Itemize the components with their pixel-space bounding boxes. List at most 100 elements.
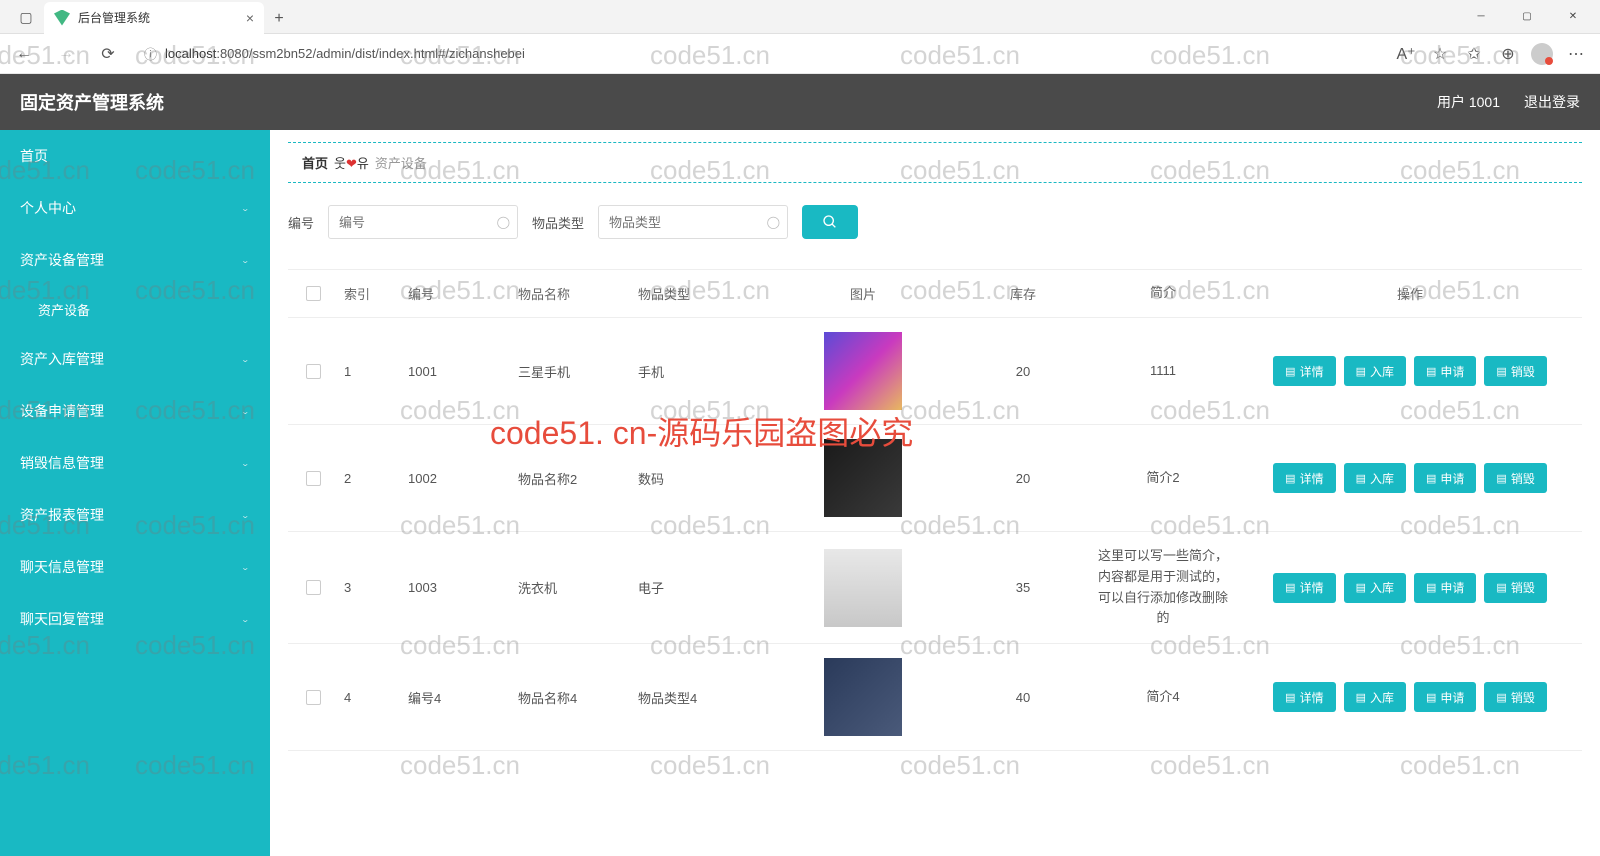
cell-num: 1002 (408, 471, 518, 486)
destroy-button[interactable]: ▤销毁 (1484, 356, 1546, 386)
menu-icon[interactable]: ⋯ (1560, 38, 1592, 70)
col-index: 索引 (338, 284, 408, 303)
sidebar-item[interactable]: 设备申请管理 ⌄ (0, 385, 270, 437)
sidebar-item[interactable]: 销毁信息管理 ⌄ (0, 437, 270, 489)
close-window-button[interactable]: ✕ (1550, 2, 1596, 32)
read-aloud-icon[interactable]: A⁺ (1390, 38, 1422, 70)
cell-index: 1 (338, 364, 408, 379)
sidebar-item-label: 聊天信息管理 (20, 557, 104, 577)
sidebar-item-label: 首页 (20, 146, 48, 166)
table-row: 4 编号4 物品名称4 物品类型4 40 简介4 ▤详情 ▤入库 ▤申请 ▤销毁 (288, 644, 1582, 751)
chevron-down-icon: ⌄ (241, 562, 250, 571)
sidebar-subitem[interactable]: 资产设备 (0, 286, 270, 333)
logout-button[interactable]: 退出登录 (1524, 92, 1580, 112)
search-num-label: 编号 (288, 213, 314, 232)
col-intro: 简介 (1088, 283, 1238, 304)
minimize-button[interactable]: ─ (1458, 2, 1504, 32)
tab-list-icon[interactable]: ▢ (8, 2, 44, 34)
search-button[interactable] (802, 205, 858, 239)
sidebar-item-label: 设备申请管理 (20, 401, 104, 421)
circle-icon: ◯ (497, 215, 510, 229)
item-image[interactable] (824, 658, 902, 736)
destroy-button[interactable]: ▤销毁 (1484, 682, 1546, 712)
item-image[interactable] (824, 439, 902, 517)
close-icon[interactable]: × (246, 10, 254, 26)
apply-button[interactable]: ▤申请 (1414, 573, 1476, 603)
browser-toolbar: ← → ⟳ ⓘ localhost:8080/ssm2bn52/admin/di… (0, 34, 1600, 74)
sidebar-item[interactable]: 首页 (0, 130, 270, 182)
cell-name: 洗衣机 (518, 578, 638, 597)
chevron-down-icon: ⌄ (241, 255, 250, 264)
favorites-icon[interactable]: ✩ (1458, 38, 1490, 70)
detail-button[interactable]: ▤详情 (1273, 463, 1335, 493)
select-all-checkbox[interactable] (306, 286, 321, 301)
chevron-down-icon: ⌄ (241, 354, 250, 363)
cell-stock: 35 (958, 580, 1088, 595)
info-icon[interactable]: ⓘ (144, 44, 157, 63)
row-checkbox[interactable] (306, 471, 321, 486)
apply-button[interactable]: ▤申请 (1414, 356, 1476, 386)
list-icon: ▤ (1496, 472, 1506, 485)
detail-button[interactable]: ▤详情 (1273, 573, 1335, 603)
browser-tab[interactable]: 后台管理系统 × (44, 2, 264, 34)
sidebar-item[interactable]: 资产入库管理 ⌄ (0, 333, 270, 385)
sidebar-item-label: 资产入库管理 (20, 349, 104, 369)
back-button[interactable]: ← (8, 38, 40, 70)
search-type-label: 物品类型 (532, 213, 584, 232)
chevron-down-icon: ⌄ (241, 458, 250, 467)
list-icon: ▤ (1356, 691, 1366, 704)
inbound-button[interactable]: ▤入库 (1344, 573, 1406, 603)
search-icon (822, 214, 838, 230)
destroy-button[interactable]: ▤销毁 (1484, 463, 1546, 493)
star-icon[interactable]: ☆ (1424, 38, 1456, 70)
apply-button[interactable]: ▤申请 (1414, 463, 1476, 493)
sidebar-item-label: 资产设备管理 (20, 250, 104, 270)
collections-icon[interactable]: ⊕ (1492, 38, 1524, 70)
breadcrumb-home[interactable]: 首页 (302, 153, 328, 172)
row-checkbox[interactable] (306, 580, 321, 595)
cell-intro: 简介4 (1088, 687, 1238, 708)
sidebar: 首页个人中心⌄资产设备管理⌄资产设备资产入库管理⌄设备申请管理⌄销毁信息管理⌄资… (0, 130, 270, 856)
cell-stock: 20 (958, 364, 1088, 379)
destroy-button[interactable]: ▤销毁 (1484, 573, 1546, 603)
detail-button[interactable]: ▤详情 (1273, 356, 1335, 386)
col-ops: 操作 (1238, 284, 1582, 303)
table-header: 索引 编号 物品名称 物品类型 图片 库存 简介 操作 (288, 270, 1582, 318)
detail-button[interactable]: ▤详情 (1273, 682, 1335, 712)
item-image[interactable] (824, 332, 902, 410)
cell-type: 手机 (638, 362, 768, 381)
sidebar-item[interactable]: 资产设备管理 ⌄ (0, 234, 270, 286)
sidebar-item-label: 销毁信息管理 (20, 453, 104, 473)
sidebar-item[interactable]: 聊天信息管理 ⌄ (0, 541, 270, 593)
maximize-button[interactable]: ▢ (1504, 2, 1550, 32)
sidebar-item-label: 聊天回复管理 (20, 609, 104, 629)
list-icon: ▤ (1356, 365, 1366, 378)
sidebar-item[interactable]: 聊天回复管理⌄ (0, 593, 270, 645)
address-bar[interactable]: ⓘ localhost:8080/ssm2bn52/admin/dist/ind… (134, 39, 1380, 69)
profile-icon[interactable] (1526, 38, 1558, 70)
cell-stock: 40 (958, 690, 1088, 705)
inbound-button[interactable]: ▤入库 (1344, 463, 1406, 493)
sidebar-item[interactable]: 资产报表管理⌄ (0, 489, 270, 541)
sidebar-item[interactable]: 个人中心⌄ (0, 182, 270, 234)
inbound-button[interactable]: ▤入库 (1344, 682, 1406, 712)
search-num-input[interactable] (328, 205, 518, 239)
inbound-button[interactable]: ▤入库 (1344, 356, 1406, 386)
breadcrumb-current: 资产设备 (375, 153, 427, 172)
search-type-input[interactable] (598, 205, 788, 239)
new-tab-button[interactable]: + (264, 4, 294, 34)
user-label[interactable]: 用户 1001 (1437, 92, 1500, 112)
cell-num: 1001 (408, 364, 518, 379)
row-checkbox[interactable] (306, 690, 321, 705)
item-image[interactable] (824, 549, 902, 627)
app-header: 固定资产管理系统 用户 1001 退出登录 (0, 74, 1600, 130)
chevron-down-icon: ⌄ (241, 406, 250, 415)
list-icon: ▤ (1496, 691, 1506, 704)
search-bar: 编号 ◯ 物品类型 ◯ (270, 183, 1600, 261)
row-checkbox[interactable] (306, 364, 321, 379)
refresh-button[interactable]: ⟳ (92, 38, 124, 70)
cell-name: 三星手机 (518, 362, 638, 381)
cell-num: 1003 (408, 580, 518, 595)
apply-button[interactable]: ▤申请 (1414, 682, 1476, 712)
cell-stock: 20 (958, 471, 1088, 486)
